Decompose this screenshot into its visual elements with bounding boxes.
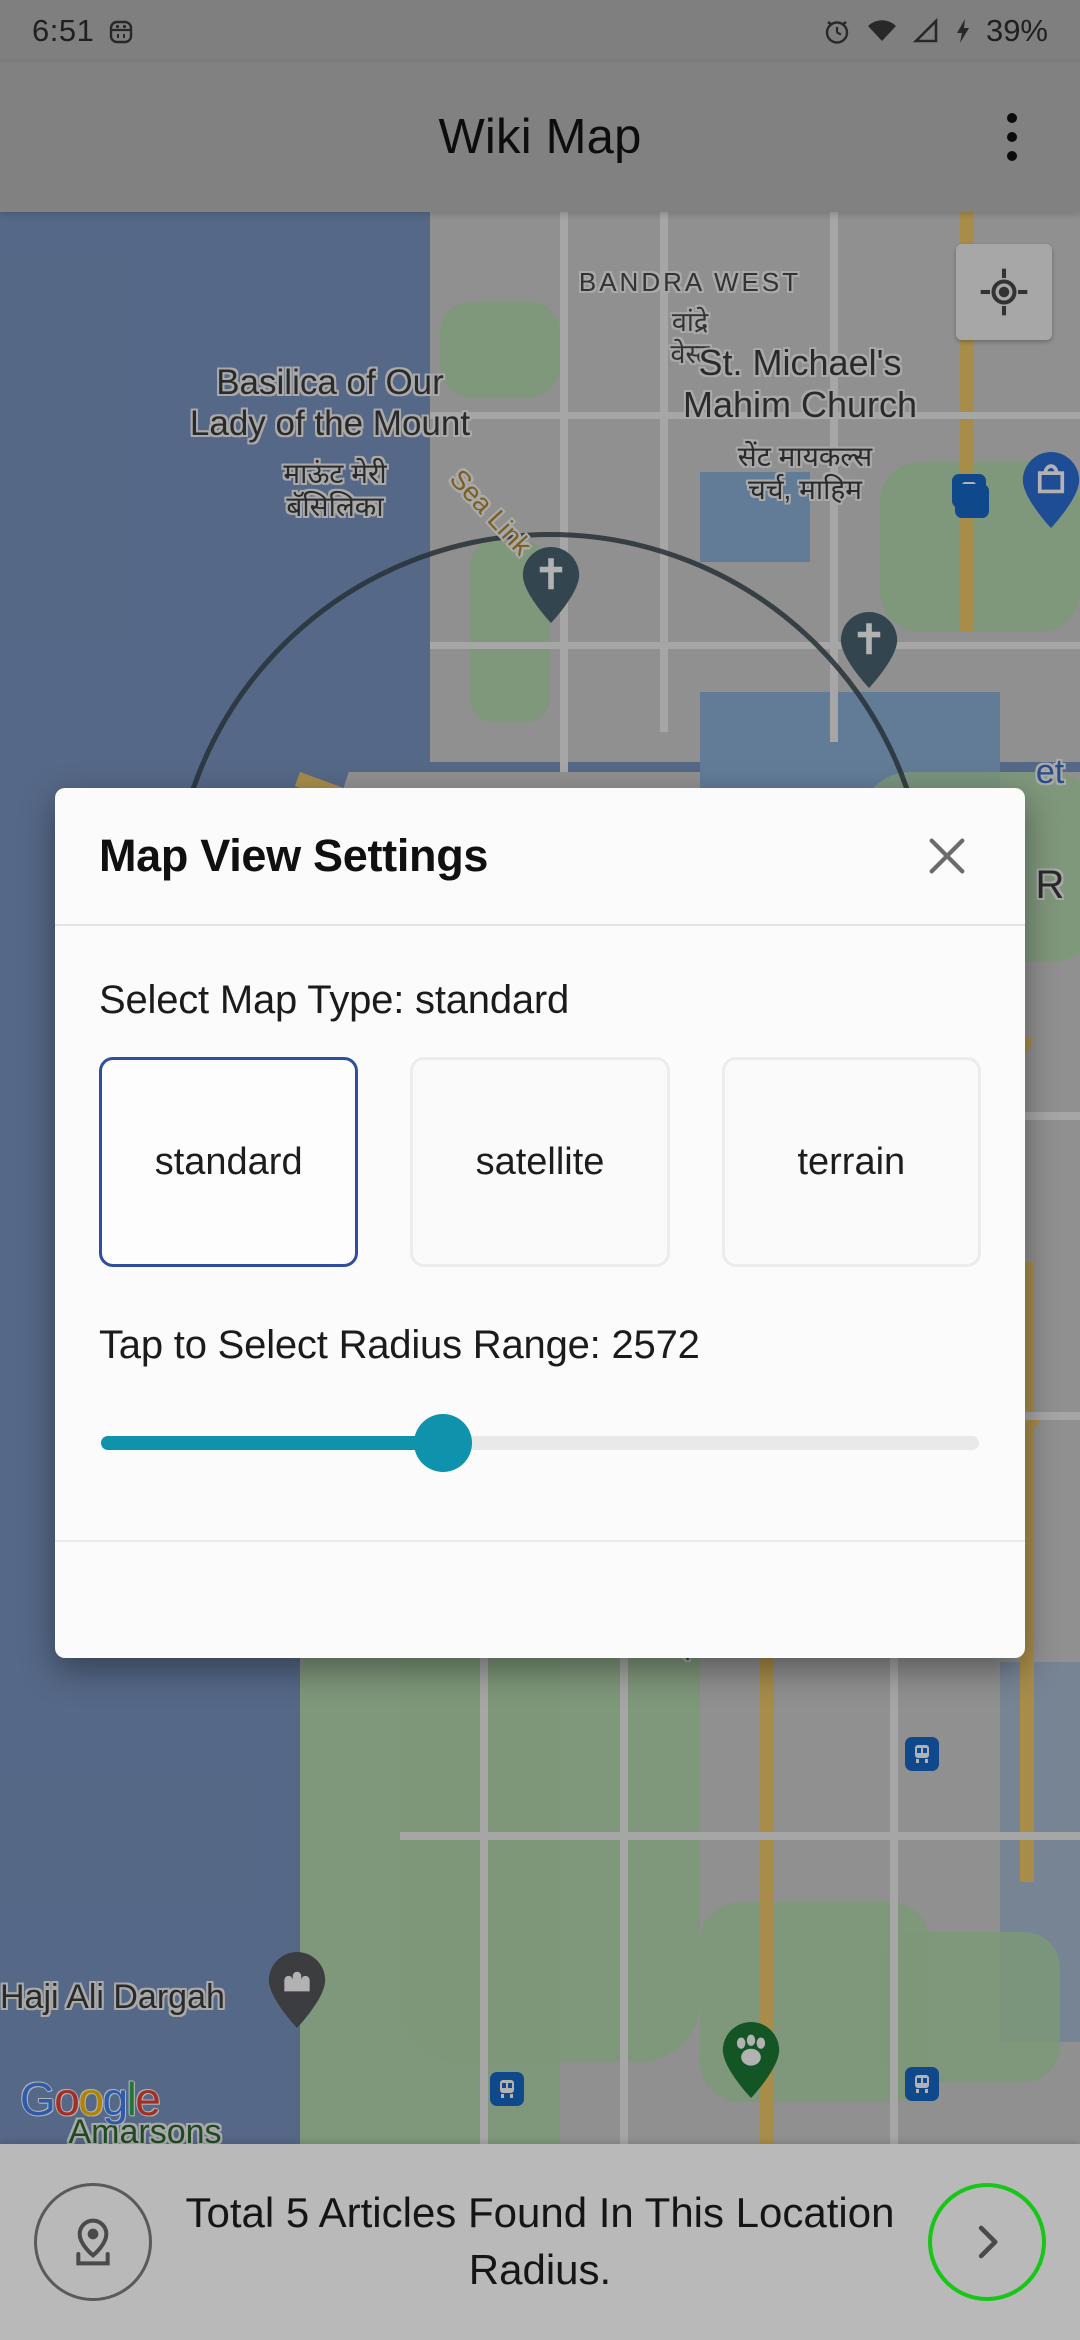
map-type-option-satellite[interactable]: satellite bbox=[410, 1057, 670, 1267]
bottom-bar: Total 5 Articles Found In This Location … bbox=[0, 2144, 1080, 2340]
map-view-settings-dialog: Map View Settings Select Map Type: stand… bbox=[55, 788, 1025, 1658]
location-pin-tray-icon[interactable] bbox=[34, 2183, 152, 2301]
map-type-option-satellite-label: satellite bbox=[475, 1140, 605, 1183]
radius-slider-fill bbox=[101, 1436, 444, 1450]
close-icon[interactable] bbox=[915, 824, 979, 888]
radius-slider-track[interactable] bbox=[101, 1414, 979, 1472]
map-type-options: standard satellite terrain bbox=[99, 1057, 981, 1267]
chevron-right-icon[interactable] bbox=[928, 2183, 1046, 2301]
phone-screen: 6:51 39% Wiki Map BANDRA WEST वांद्रे वे… bbox=[0, 0, 1080, 2340]
dialog-header: Map View Settings bbox=[55, 788, 1025, 926]
map-type-option-standard[interactable]: standard bbox=[99, 1057, 359, 1267]
articles-found-message: Total 5 Articles Found In This Location … bbox=[185, 2189, 895, 2293]
dialog-title: Map View Settings bbox=[99, 830, 489, 881]
map-type-option-standard-label: standard bbox=[154, 1140, 303, 1183]
radius-slider-thumb[interactable] bbox=[414, 1414, 473, 1472]
dialog-footer bbox=[55, 1540, 1025, 1658]
map-type-label: Select Map Type: standard bbox=[99, 978, 570, 1022]
map-type-option-terrain-label: terrain bbox=[797, 1140, 906, 1183]
dialog-body: Select Map Type: standard standard satel… bbox=[55, 926, 1025, 1480]
map-type-option-terrain[interactable]: terrain bbox=[721, 1057, 981, 1267]
radius-slider[interactable] bbox=[99, 1402, 981, 1472]
radius-range-label: Tap to Select Radius Range: 2572 bbox=[99, 1323, 700, 1367]
